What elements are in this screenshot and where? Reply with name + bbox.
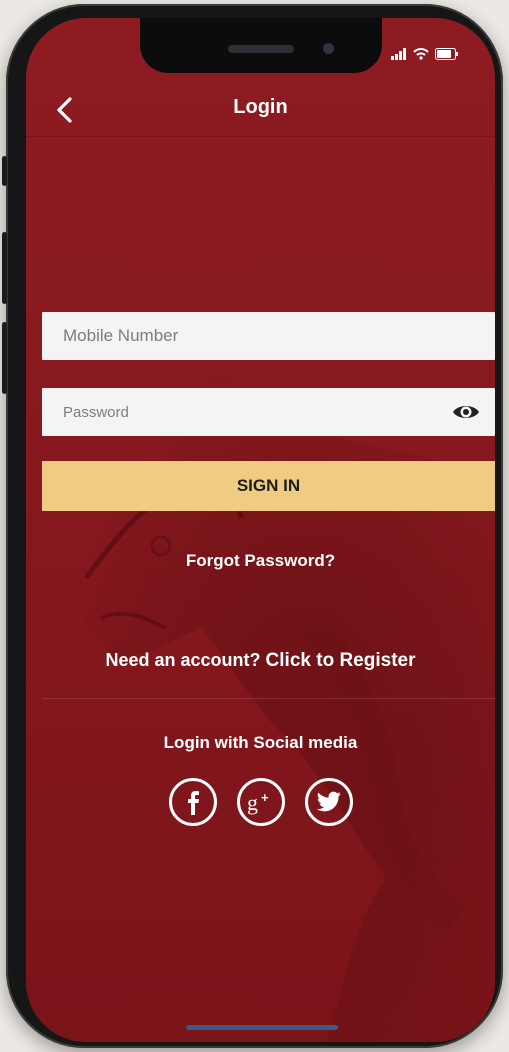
twitter-icon <box>316 791 341 812</box>
home-indicator[interactable] <box>186 1025 338 1030</box>
phone-frame: Login SIGN IN Forgot Password? Need an a… <box>2 4 503 1048</box>
status-bar-icons <box>391 48 459 60</box>
front-camera <box>323 43 334 54</box>
svg-text:g: g <box>247 790 258 815</box>
volume-down-button <box>2 322 7 394</box>
social-login-buttons: g + <box>26 778 495 826</box>
wifi-icon <box>413 48 429 60</box>
google-plus-login-button[interactable]: g + <box>236 778 285 826</box>
sign-in-button[interactable]: SIGN IN <box>42 461 495 511</box>
mobile-number-field[interactable] <box>42 312 495 360</box>
signal-icon <box>391 48 406 60</box>
password-field[interactable] <box>42 388 495 436</box>
social-login-heading: Login with Social media <box>163 733 358 752</box>
mute-switch <box>2 156 7 186</box>
register-prompt: Need an account? <box>105 650 261 670</box>
mobile-number-input[interactable] <box>61 325 495 347</box>
register-row: Need an account? Click to Register <box>26 650 495 672</box>
google-plus-icon: g + <box>247 790 269 815</box>
speaker-grille <box>228 45 294 53</box>
volume-up-button <box>2 232 7 304</box>
social-divider <box>42 698 495 699</box>
header-divider <box>26 136 495 137</box>
facebook-icon <box>187 791 199 815</box>
forgot-password-link[interactable]: Forgot Password? <box>26 551 495 571</box>
battery-icon <box>435 48 458 60</box>
facebook-login-button[interactable] <box>168 778 217 826</box>
twitter-login-button[interactable] <box>304 778 353 826</box>
page-title: Login <box>233 96 288 118</box>
show-password-eye-icon[interactable] <box>451 400 481 424</box>
svg-text:+: + <box>261 790 269 805</box>
horse-background-image <box>74 344 495 1042</box>
notch <box>140 18 382 73</box>
register-link[interactable]: Click to Register <box>266 650 416 671</box>
password-input[interactable] <box>61 402 495 422</box>
app-screen: Login SIGN IN Forgot Password? Need an a… <box>26 18 495 1042</box>
